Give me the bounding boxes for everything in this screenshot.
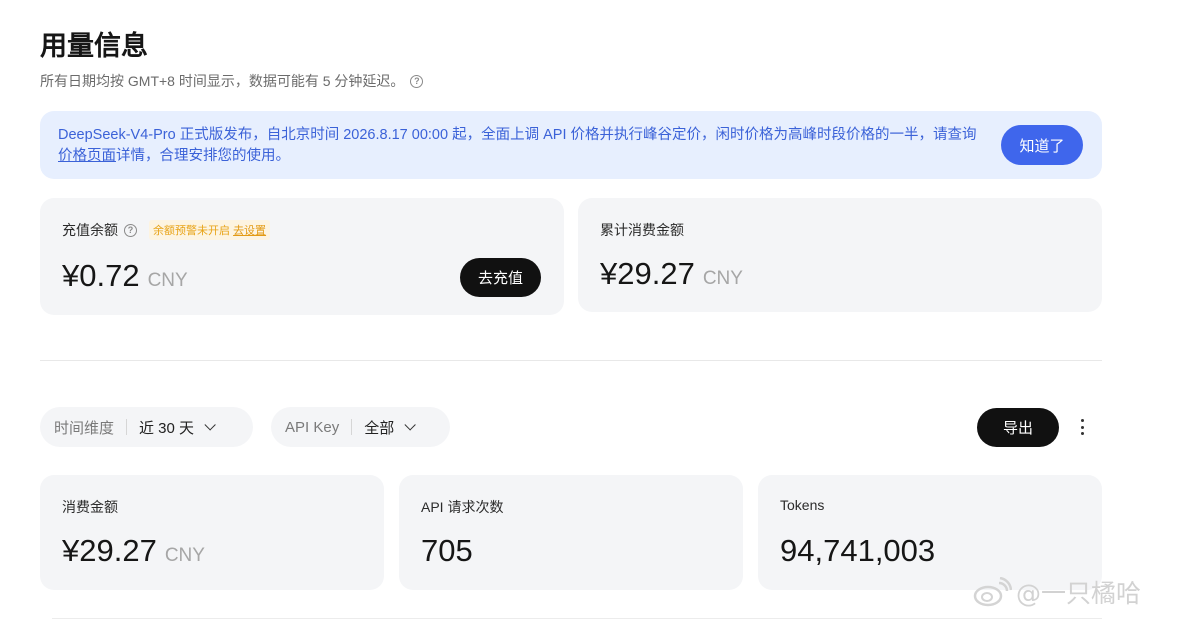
announcement-banner: DeepSeek-V4-Pro 正式版发布，自北京时间 2026.8.17 00… xyxy=(40,111,1102,179)
balance-label-row: 充值余额 ? 余额预警未开启 去设置 xyxy=(62,220,271,240)
subtitle-text: 所有日期均按 GMT+8 时间显示，数据可能有 5 分钟延迟。 xyxy=(40,73,405,89)
balance-help-icon[interactable]: ? xyxy=(124,223,137,237)
stat-card-spend: 消费金额 ¥29.27 CNY xyxy=(40,475,384,590)
balance-value: ¥0.72 xyxy=(62,258,140,293)
banner-text: DeepSeek-V4-Pro 正式版发布，自北京时间 2026.8.17 00… xyxy=(58,125,988,167)
stat-value: ¥29.27 xyxy=(62,533,157,568)
time-range-value: 近 30 天 xyxy=(139,419,195,437)
balance-card: 充值余额 ? 余额预警未开启 去设置 ¥0.72 CNY 去充值 xyxy=(40,198,564,315)
stat-label: Tokens xyxy=(780,497,825,513)
banner-text-before: DeepSeek-V4-Pro 正式版发布，自北京时间 2026.8.17 00… xyxy=(58,127,977,143)
chevron-down-icon xyxy=(404,419,416,431)
stat-card-requests: API 请求次数 705 xyxy=(399,475,743,590)
bottom-divider xyxy=(52,618,1102,619)
stat-card-tokens: Tokens 94,741,003 xyxy=(758,475,1102,590)
stat-label: API 请求次数 xyxy=(421,499,504,515)
section-divider xyxy=(40,360,1102,361)
export-button[interactable]: 导出 xyxy=(977,408,1059,447)
total-spend-unit: CNY xyxy=(702,268,743,289)
stat-value-row: ¥29.27 CNY xyxy=(62,533,205,569)
balance-label: 充值余额 xyxy=(62,222,118,238)
api-key-value: 全部 xyxy=(364,419,395,437)
time-range-label: 时间维度 xyxy=(54,419,115,437)
more-options-icon[interactable] xyxy=(1078,417,1086,437)
banner-text-after: 详情，合理安排您的使用。 xyxy=(116,148,290,164)
balance-value-row: ¥0.72 CNY xyxy=(62,258,188,294)
chevron-down-icon xyxy=(204,419,216,431)
stat-value-row: 705 xyxy=(421,533,473,569)
page-title: 用量信息 xyxy=(40,31,148,61)
stat-value: 94,741,003 xyxy=(780,533,936,568)
api-key-separator xyxy=(351,419,353,435)
recharge-button[interactable]: 去充值 xyxy=(460,258,541,297)
price-page-link[interactable]: 价格页面 xyxy=(58,148,116,164)
balance-warning-text: 余额预警未开启 xyxy=(153,225,230,237)
dismiss-banner-button[interactable]: 知道了 xyxy=(1001,125,1083,165)
total-spend-value: ¥29.27 xyxy=(600,256,695,291)
total-spend-value-row: ¥29.27 CNY xyxy=(600,256,743,292)
warning-settings-link[interactable]: 去设置 xyxy=(233,225,266,237)
balance-unit: CNY xyxy=(147,270,188,291)
stat-value-row: 94,741,003 xyxy=(780,533,935,569)
stat-value: 705 xyxy=(421,533,473,568)
help-icon[interactable]: ? xyxy=(410,74,424,88)
api-key-label: API Key xyxy=(285,418,340,436)
total-spend-label: 累计消费金额 xyxy=(600,222,684,238)
api-key-select[interactable]: API Key 全部 xyxy=(271,407,450,447)
page-subtitle: 所有日期均按 GMT+8 时间显示，数据可能有 5 分钟延迟。 ? xyxy=(40,71,424,91)
watermark-text: @一只橘哈 xyxy=(1016,579,1142,608)
total-spend-card: 累计消费金额 ¥29.27 CNY xyxy=(578,198,1102,312)
weibo-logo-icon xyxy=(973,577,1012,607)
time-range-select[interactable]: 时间维度 近 30 天 xyxy=(40,407,253,447)
time-range-separator xyxy=(126,419,128,435)
stat-unit: CNY xyxy=(164,545,205,566)
balance-warning-badge: 余额预警未开启 去设置 xyxy=(149,220,271,240)
weibo-watermark: @一只橘哈 xyxy=(972,574,1141,610)
stat-label: 消费金额 xyxy=(62,499,118,515)
